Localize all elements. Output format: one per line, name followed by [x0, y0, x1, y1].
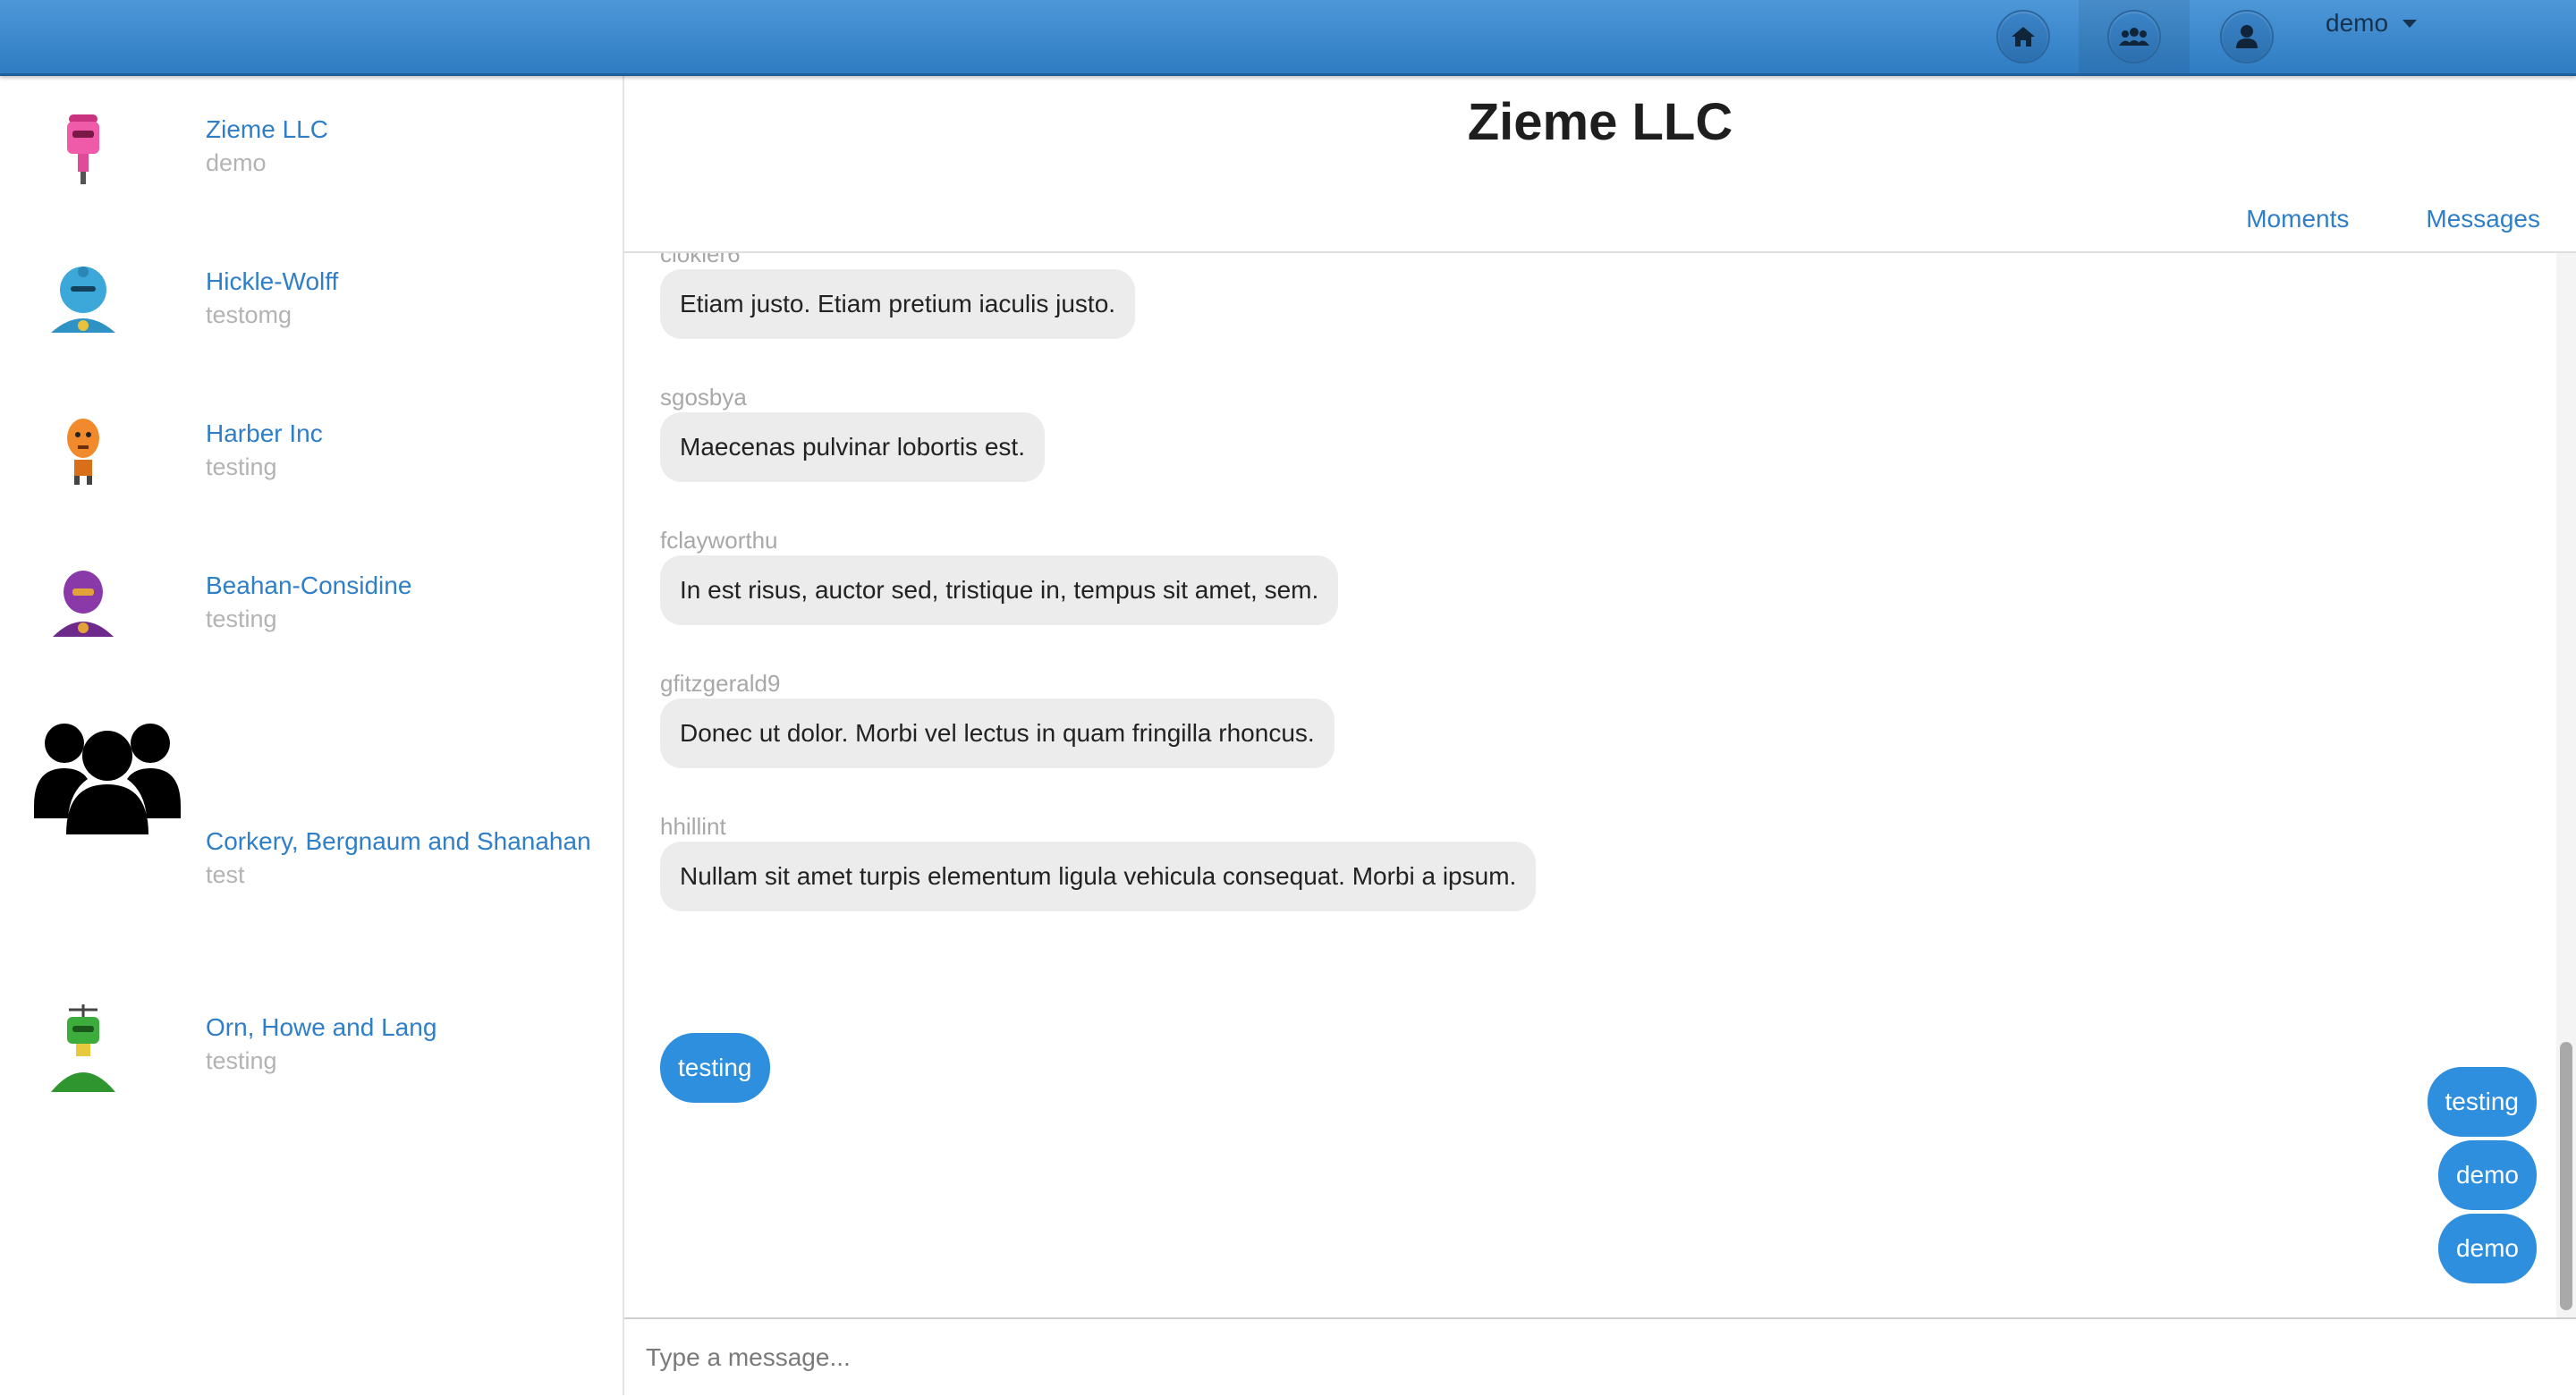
conversation-name: Zieme LLC — [206, 115, 328, 143]
message-item: gfitzgerald9 Donec ut dolor. Morbi vel l… — [660, 668, 1335, 768]
top-navbar: demo — [0, 0, 2576, 76]
conversation-subtitle: testomg — [206, 301, 292, 328]
own-messages: testing demo demo — [2427, 1067, 2537, 1283]
message-item: fclayworthu In est risus, auctor sed, tr… — [660, 525, 1339, 625]
chat-tabs: Moments Messages — [2246, 205, 2540, 233]
message-sender: fclayworthu — [660, 527, 778, 554]
conversation-item[interactable]: Beahan-Considine testing — [0, 532, 623, 675]
conversation-subtitle: test — [206, 861, 245, 888]
conversation-item[interactable]: Harber Inc testing — [0, 380, 623, 523]
conversation-subtitle: testing — [206, 453, 277, 480]
tab-messages[interactable]: Messages — [2426, 205, 2540, 233]
conversation-name: Orn, Howe and Lang — [206, 1013, 437, 1041]
conversation-name: Corkery, Bergnaum and Shanahan — [206, 827, 591, 855]
pink-robot-avatar — [25, 90, 141, 207]
groups-nav-button[interactable] — [2079, 0, 2190, 73]
user-menu-label: demo — [2326, 9, 2389, 37]
conversation-item[interactable]: Zieme LLC demo — [0, 76, 623, 219]
conversation-name: Harber Inc — [206, 419, 323, 447]
message-bubble: Donec ut dolor. Morbi vel lectus in quam… — [660, 698, 1335, 768]
groups-button-circle — [2107, 10, 2161, 64]
conversation-subtitle: testing — [206, 1047, 277, 1074]
user-icon — [2236, 25, 2258, 48]
chat-title: Zieme LLC — [1467, 93, 1733, 151]
chat-panel: Zieme LLC Moments Messages clokier6 Etia… — [624, 76, 2576, 1397]
conversation-item[interactable]: Hickle-Wolff testomg — [0, 228, 623, 371]
own-message-bubble: demo — [2437, 1214, 2537, 1283]
conversation-name: Hickle-Wolff — [206, 267, 339, 295]
message-sender: clokier6 — [660, 253, 741, 267]
conversation-subtitle: testing — [206, 605, 277, 632]
conversation-name: Beahan-Considine — [206, 572, 412, 599]
message-bubble: Nullam sit amet turpis elementum ligula … — [660, 842, 1537, 911]
scrollbar-thumb[interactable] — [2560, 1042, 2572, 1310]
orange-robot-avatar — [25, 389, 141, 505]
profile-nav-button[interactable] — [2191, 0, 2302, 73]
message-bubble: Etiam justo. Etiam pretium iaculis justo… — [660, 269, 1136, 339]
conversation-item[interactable]: Orn, Howe and Lang testing — [0, 979, 623, 1122]
purple-robot-avatar — [25, 541, 141, 657]
green-robot-avatar — [25, 990, 141, 1106]
message-bubble: Maecenas pulvinar lobortis est. — [660, 412, 1045, 482]
home-button-circle — [1996, 10, 2050, 64]
message-item: sgosbya Maecenas pulvinar lobortis est. — [660, 382, 1045, 482]
blue-robot-avatar — [25, 237, 141, 353]
message-sender: hhillint — [660, 813, 726, 840]
home-nav-button[interactable] — [1968, 0, 2079, 73]
home-icon — [2012, 27, 2035, 47]
message-input[interactable] — [644, 1319, 2526, 1396]
message-list[interactable]: clokier6 Etiam justo. Etiam pretium iacu… — [624, 253, 2556, 1317]
own-message-bubble: testing — [2427, 1067, 2537, 1137]
conversation-sidebar: Zieme LLC demo Hickle-Wolff testomg Harb… — [0, 76, 624, 1395]
profile-button-circle — [2220, 10, 2274, 64]
message-bubble: In est risus, auctor sed, tristique in, … — [660, 555, 1339, 625]
message-bubble: testing — [660, 1033, 770, 1103]
users-icon — [2119, 28, 2149, 46]
message-sender: gfitzgerald9 — [660, 670, 781, 697]
user-menu-dropdown[interactable]: demo — [2326, 0, 2418, 47]
group-icon — [34, 709, 181, 836]
message-scrollbar[interactable] — [2556, 253, 2576, 1317]
message-item: clokier6 Etiam justo. Etiam pretium iacu… — [660, 253, 1136, 339]
conversation-subtitle: demo — [206, 149, 267, 176]
message-item: testing — [660, 1033, 770, 1103]
caret-down-icon — [2402, 19, 2418, 28]
tab-moments[interactable]: Moments — [2246, 205, 2349, 233]
conversation-item[interactable]: Corkery, Bergnaum and Shanahan test — [0, 709, 623, 888]
own-message-bubble: demo — [2437, 1140, 2537, 1210]
message-composer — [624, 1317, 2576, 1397]
message-item: hhillint Nullam sit amet turpis elementu… — [660, 811, 1537, 911]
message-sender: sgosbya — [660, 384, 747, 411]
